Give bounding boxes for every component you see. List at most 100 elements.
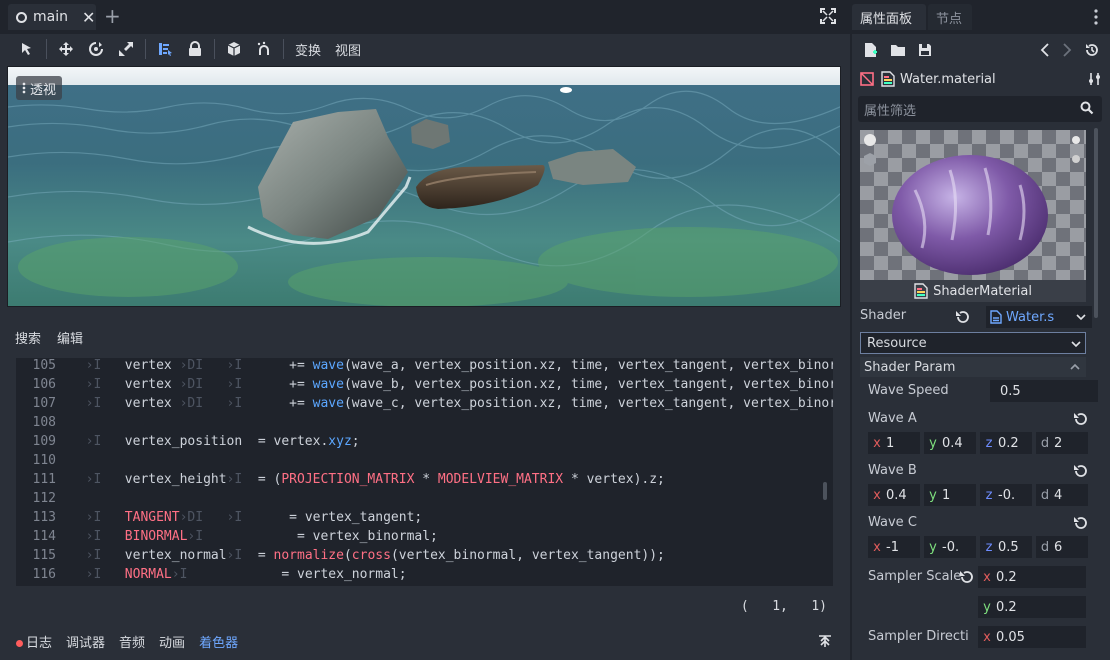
line-number: 115 [32,548,56,563]
bottom-tab-shader[interactable]: 着色器 [199,632,238,651]
list-select-icon[interactable] [150,36,180,62]
material-preview[interactable] [860,130,1086,280]
revert-icon[interactable] [1072,463,1088,479]
file-icon [881,71,895,87]
wave-c-d-field[interactable]: d6 [1036,536,1088,558]
edit-menu[interactable]: 编辑 [57,328,83,347]
wave-b-d-field[interactable]: d4 [1036,484,1088,506]
sampler-scale-y-value: 0.2 [996,599,1017,615]
search-menu[interactable]: 搜索 [15,328,41,347]
wave-a-vector: x1 y 0.4 z 0.2 d2 [866,432,1088,454]
chevron-down-icon [1076,314,1086,321]
line-number: 107 [32,396,56,411]
wave-a-d-value: 2 [1054,435,1063,451]
snap-icon[interactable] [249,36,279,62]
scale-tool-icon[interactable] [111,36,141,62]
axis-d-label: d [1040,487,1050,503]
wave-c-y-value: -0. [942,539,960,555]
revert-icon[interactable] [1072,515,1088,531]
toolbar-divider [214,39,215,59]
kebab-menu-icon[interactable] [1094,9,1098,25]
scene-tab-bar: main ✕ + [0,0,850,34]
wave-b-x-field[interactable]: x 0.4 [868,484,920,506]
transform-menu[interactable]: 变换 [288,40,328,59]
revert-icon[interactable] [954,309,970,325]
object-properties-icon[interactable] [1088,72,1102,86]
bottom-tab-log[interactable]: 日志 [16,632,52,651]
move-tool-icon[interactable] [51,36,81,62]
axis-x-label: x [873,487,881,503]
wave-speed-input[interactable]: 0.5 [990,380,1098,402]
wave-c-x-field[interactable]: x -1 [868,536,920,558]
vertical-scrollbar[interactable] [823,482,827,500]
wave-b-z-field[interactable]: z -0. [980,484,1032,506]
wave-b-y-value: 1 [942,487,951,503]
select-tool-icon[interactable] [12,36,42,62]
history-back-icon[interactable] [1040,43,1050,57]
resource-section-select[interactable]: Resource [860,332,1086,354]
new-resource-icon[interactable] [864,42,878,58]
sampler-direction-x-field[interactable]: x 0.05 [978,626,1086,648]
wave-a-y-field[interactable]: y 0.4 [924,432,976,454]
open-folder-icon[interactable] [890,43,906,57]
rotate-tool-icon[interactable] [81,36,111,62]
edited-resource-row[interactable]: Water.material [860,66,1102,92]
axis-z-label: z [985,435,993,451]
shader-resource-picker[interactable]: Water.s [986,306,1092,328]
shader-value-text: Water.s [1006,309,1055,325]
wave-a-y-value: 0.4 [942,435,963,451]
wave-a-d-field[interactable]: d2 [1036,432,1088,454]
sampler-scale-x-field[interactable]: x 0.2 [978,566,1086,588]
sampler-scale-y-field[interactable]: y 0.2 [978,596,1086,618]
cube-icon[interactable] [219,36,249,62]
wave-a-label: Wave A [868,411,917,426]
wave-a-z-field[interactable]: z 0.2 [980,432,1032,454]
shader-param-section[interactable]: Shader Param [860,357,1086,377]
property-filter-input[interactable]: 属性筛选 [858,96,1102,122]
fullscreen-icon[interactable] [820,8,836,24]
inspector-scrollbar[interactable] [1094,128,1098,318]
history-forward-icon[interactable] [1062,43,1072,57]
expand-panel-icon[interactable] [818,634,832,648]
axis-y-label: y [983,599,991,615]
wave-b-label: Wave B [868,463,917,478]
3d-viewport[interactable]: 透视 [7,66,841,307]
inspector-toolbar [852,36,1110,64]
history-icon[interactable] [1084,42,1100,58]
bottom-panel-bar: 日志 调试器 音频 动画 着色器 [0,626,850,656]
scene-tab-main[interactable]: main ✕ [8,4,96,30]
bottom-tab-audio[interactable]: 音频 [119,632,145,651]
perspective-menu[interactable]: 透视 [16,76,63,100]
bottom-tab-debugger[interactable]: 调试器 [66,632,105,651]
revert-icon[interactable] [958,569,974,585]
axis-z-label: z [985,539,993,555]
code-text: ›I vertex ›DI ›I += wave(wave_b, vertex_… [70,377,833,392]
material-preview-image [864,134,1080,275]
wave-a-x-field[interactable]: x1 [868,432,920,454]
tab-node[interactable]: 节点 [928,4,972,30]
add-tab-icon[interactable]: + [104,4,121,28]
cursor-position: ( 1, 1) [740,599,827,614]
wave-speed-row: Wave Speed 0.5 [866,380,1098,404]
filter-placeholder: 属性筛选 [864,103,917,119]
wave-c-z-field[interactable]: z 0.5 [980,536,1032,558]
line-number: 113 [32,510,56,525]
line-number: 109 [32,434,56,449]
axis-y-label: y [929,539,937,555]
scene-circle-icon [16,11,27,23]
inspector-panel: 属性面板 节点 Water.material 属性筛选 ShaderMateri… [852,0,1110,660]
tab-inspector[interactable]: 属性面板 [852,4,926,30]
close-icon[interactable]: ✕ [82,8,95,27]
wave-b-y-field[interactable]: y1 [924,484,976,506]
save-icon[interactable] [918,43,932,57]
code-editor[interactable]: 105 ›I vertex ›DI ›I += wave(wave_a, ver… [16,358,833,586]
toolbar-divider [283,39,284,59]
revert-icon[interactable] [1072,411,1088,427]
lock-icon[interactable] [180,36,210,62]
view-menu[interactable]: 视图 [328,40,368,59]
code-text: ›I TANGENT›DI ›I = vertex_tangent; [70,510,423,525]
wave-c-y-field[interactable]: y -0. [924,536,976,558]
bottom-tab-animation[interactable]: 动画 [159,632,185,651]
shader-label: Shader [860,308,907,323]
line-number: 111 [32,472,56,487]
